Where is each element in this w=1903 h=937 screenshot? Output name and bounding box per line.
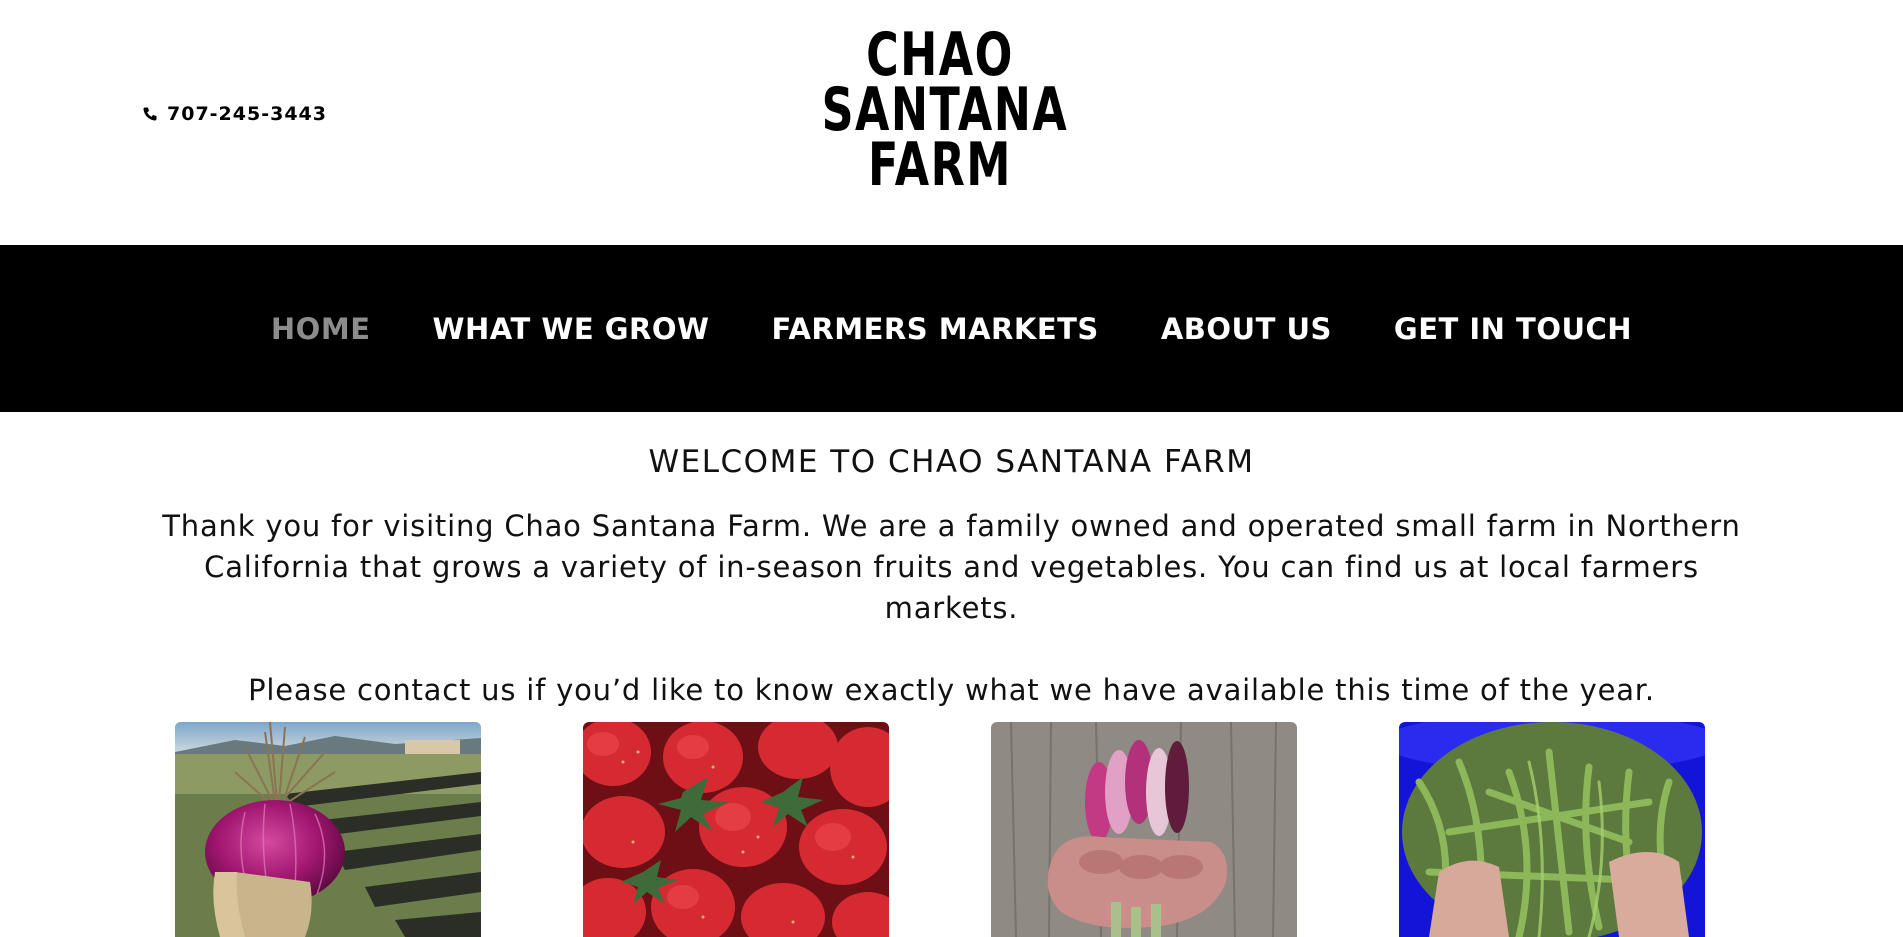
main-navigation: HOME WHAT WE GROW FARMERS MARKETS ABOUT … <box>0 245 1903 412</box>
spring-onions-photo[interactable] <box>991 722 1297 937</box>
logo-line-3: FARM <box>868 130 1012 200</box>
nav-item-farmers-markets[interactable]: FARMERS MARKETS <box>741 312 1130 346</box>
red-onion-photo[interactable] <box>175 722 481 937</box>
nav-item-what-we-grow[interactable]: WHAT WE GROW <box>402 312 741 346</box>
intro-paragraph: Thank you for visiting Chao Santana Farm… <box>142 506 1762 629</box>
photo-gallery <box>0 722 1903 937</box>
site-header: 707-245-3443 CHAO SANTANA FARM <box>0 0 1903 245</box>
contact-paragraph: Please contact us if you’d like to know … <box>248 673 1655 707</box>
intro-line-2: California that grows a variety of in-se… <box>204 550 1699 625</box>
nav-item-about-us[interactable]: ABOUT US <box>1130 312 1363 346</box>
strawberries-photo[interactable] <box>583 722 889 937</box>
intro-line-1: Thank you for visiting Chao Santana Farm… <box>162 509 1741 543</box>
green-beans-photo[interactable] <box>1399 722 1705 937</box>
phone-icon <box>142 106 158 122</box>
phone-number[interactable]: 707-245-3443 <box>167 103 327 125</box>
site-logo[interactable]: CHAO SANTANA FARM <box>780 25 1100 200</box>
main-content: WELCOME TO CHAO SANTANA FARM Thank you f… <box>0 412 1903 707</box>
phone-contact[interactable]: 707-245-3443 <box>142 103 327 125</box>
page-title: WELCOME TO CHAO SANTANA FARM <box>648 444 1255 480</box>
nav-item-get-in-touch[interactable]: GET IN TOUCH <box>1363 312 1663 346</box>
nav-item-home[interactable]: HOME <box>240 312 402 346</box>
nav-list: HOME WHAT WE GROW FARMERS MARKETS ABOUT … <box>240 312 1663 346</box>
